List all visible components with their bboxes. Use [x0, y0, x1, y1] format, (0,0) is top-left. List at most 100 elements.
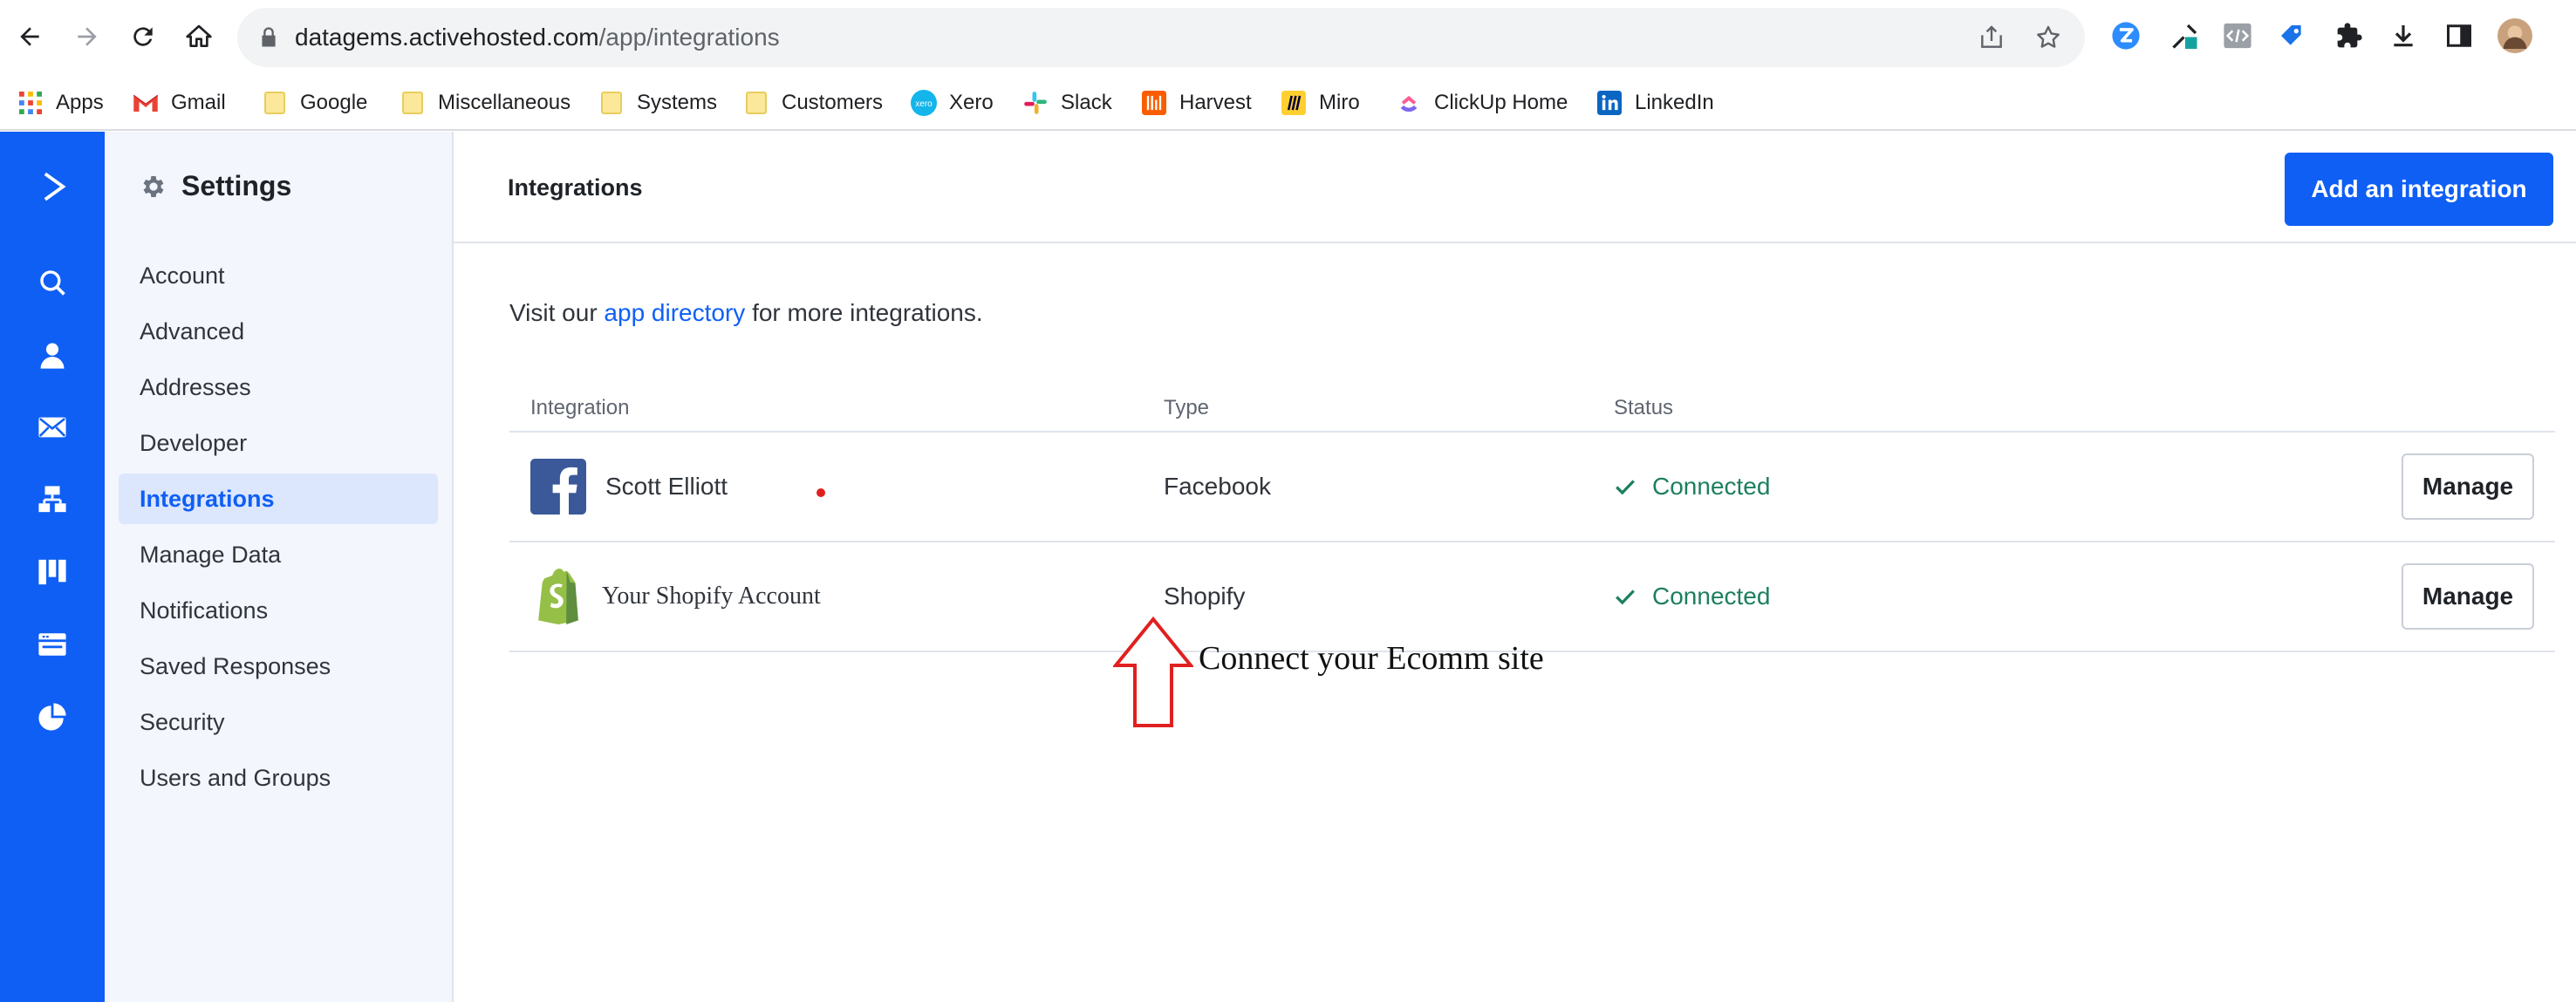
folder-icon: [743, 90, 769, 116]
deals-pipeline-icon[interactable]: [28, 548, 77, 596]
linkedin-icon: [1596, 90, 1623, 116]
manage-button[interactable]: Manage: [2402, 563, 2534, 630]
column-header-status[interactable]: Status: [1614, 385, 1673, 432]
bookmark-label: Gmail: [171, 91, 226, 114]
add-integration-button[interactable]: Add an integration: [2285, 153, 2553, 226]
bookmark-clickup[interactable]: ClickUp Home: [1396, 75, 1568, 131]
settings-item-advanced[interactable]: Advanced: [119, 306, 438, 357]
page-title: Integrations: [508, 174, 643, 201]
zoom-extension-icon[interactable]: [2108, 17, 2144, 54]
facebook-logo-icon: [530, 459, 586, 515]
eyedropper-extension-icon[interactable]: [2167, 17, 2204, 54]
bookmark-label: LinkedIn: [1635, 91, 1714, 114]
table-row: Your Shopify Account Shopify Connected M…: [509, 542, 2555, 652]
annotation-caption: Connect your Ecomm site: [1199, 640, 1544, 677]
settings-item-users-and-groups[interactable]: Users and Groups: [119, 753, 438, 803]
reload-button[interactable]: [122, 16, 164, 58]
bookmark-label: Customers: [782, 91, 884, 114]
gear-icon: [143, 175, 164, 197]
check-icon: [1616, 590, 1635, 605]
apps-grid-icon: [17, 90, 44, 116]
manage-button[interactable]: Manage: [2402, 453, 2534, 520]
url-path: /app/integrations: [598, 24, 780, 51]
folder-icon: [598, 90, 625, 116]
main-content: Integrations Add an integration Visit ou…: [454, 132, 2576, 1002]
settings-heading: Settings: [140, 170, 291, 202]
settings-item-account[interactable]: Account: [119, 250, 438, 301]
tag-extension-icon[interactable]: [2273, 17, 2310, 54]
settings-item-saved-responses[interactable]: Saved Responses: [119, 641, 438, 692]
search-icon[interactable]: [28, 258, 77, 307]
annotation-arrow-up-icon: [1113, 617, 1193, 727]
folder-icon: [262, 90, 288, 116]
settings-sidebar: Settings Account Advanced Addresses Deve…: [105, 132, 454, 1002]
settings-item-developer[interactable]: Developer: [119, 418, 438, 468]
back-button[interactable]: [9, 16, 51, 58]
status-text: Connected: [1652, 473, 1771, 500]
clickup-icon: [1396, 90, 1422, 116]
settings-title-text: Settings: [181, 170, 292, 201]
bookmark-label: Apps: [56, 91, 104, 114]
contacts-icon[interactable]: [28, 331, 77, 379]
puzzle-extensions-icon[interactable]: [2331, 17, 2368, 54]
column-header-type[interactable]: Type: [1164, 385, 1209, 432]
table-row: Scott Elliott Facebook Connected Manage: [509, 433, 2555, 542]
intro-prefix: Visit our: [509, 299, 605, 326]
address-bar[interactable]: datagems.activehosted.com/app/integratio…: [237, 8, 2085, 67]
bookmark-linkedin[interactable]: LinkedIn: [1596, 75, 1714, 131]
download-icon[interactable]: [2385, 17, 2422, 54]
settings-item-addresses[interactable]: Addresses: [119, 362, 438, 412]
integration-name: Scott Elliott: [605, 473, 728, 500]
gmail-icon: [133, 90, 159, 116]
star-icon[interactable]: [2034, 24, 2062, 51]
forward-button[interactable]: [66, 16, 108, 58]
browser-toolbar: datagems.activehosted.com/app/integratio…: [0, 0, 2576, 75]
activecampaign-logo-icon[interactable]: [28, 158, 80, 215]
page-header: Integrations Add an integration: [454, 132, 2576, 243]
bookmark-miro[interactable]: Miro: [1281, 75, 1360, 131]
code-extension-icon[interactable]: [2219, 17, 2256, 54]
settings-item-integrations[interactable]: Integrations: [119, 474, 438, 524]
shopify-logo-icon: [538, 569, 578, 624]
arrow-right-icon: [78, 27, 97, 46]
integration-name: Your Shopify Account: [602, 583, 821, 610]
bookmark-google[interactable]: Google: [262, 75, 367, 131]
home-icon: [186, 24, 212, 47]
bookmark-label: Miscellaneous: [438, 91, 571, 114]
arrow-left-icon: [20, 27, 39, 46]
bookmark-slack[interactable]: Slack: [1022, 75, 1112, 131]
bookmark-gmail[interactable]: Gmail: [133, 75, 226, 131]
bookmark-label: ClickUp Home: [1434, 91, 1568, 114]
status-text: Connected: [1652, 583, 1771, 610]
bookmark-apps[interactable]: Apps: [17, 75, 104, 131]
app-rail: [0, 132, 105, 1002]
column-header-integration[interactable]: Integration: [530, 385, 629, 432]
settings-item-notifications[interactable]: Notifications: [119, 585, 438, 636]
intro-suffix: for more integrations.: [745, 299, 983, 326]
website-icon[interactable]: [28, 620, 77, 669]
bookmark-label: Harvest: [1179, 91, 1252, 114]
share-icon[interactable]: [1978, 24, 2005, 51]
automations-icon[interactable]: [28, 475, 77, 524]
email-icon[interactable]: [28, 403, 77, 452]
intro-text: Visit our app directory for more integra…: [509, 299, 983, 327]
bookmark-systems[interactable]: Systems: [598, 75, 717, 131]
lock-icon: [262, 27, 276, 47]
home-button[interactable]: [178, 16, 220, 58]
miro-icon: [1281, 90, 1307, 116]
folder-icon: [400, 90, 426, 116]
settings-item-security[interactable]: Security: [119, 697, 438, 747]
integration-status: Connected: [1614, 433, 1770, 541]
bookmark-miscellaneous[interactable]: Miscellaneous: [400, 75, 571, 131]
profile-avatar[interactable]: [2497, 17, 2533, 54]
side-panel-icon[interactable]: [2441, 17, 2477, 54]
reports-pie-icon[interactable]: [28, 692, 77, 741]
app-directory-link[interactable]: app directory: [604, 299, 745, 326]
bookmark-customers[interactable]: Customers: [743, 75, 883, 131]
url-host: datagems.activehosted.com: [295, 24, 599, 51]
bookmark-harvest[interactable]: Harvest: [1141, 75, 1252, 131]
settings-item-manage-data[interactable]: Manage Data: [119, 529, 438, 580]
bookmark-xero[interactable]: xero Xero: [911, 75, 994, 131]
xero-badge-text: xero: [915, 99, 933, 109]
harvest-icon: [1141, 90, 1167, 116]
